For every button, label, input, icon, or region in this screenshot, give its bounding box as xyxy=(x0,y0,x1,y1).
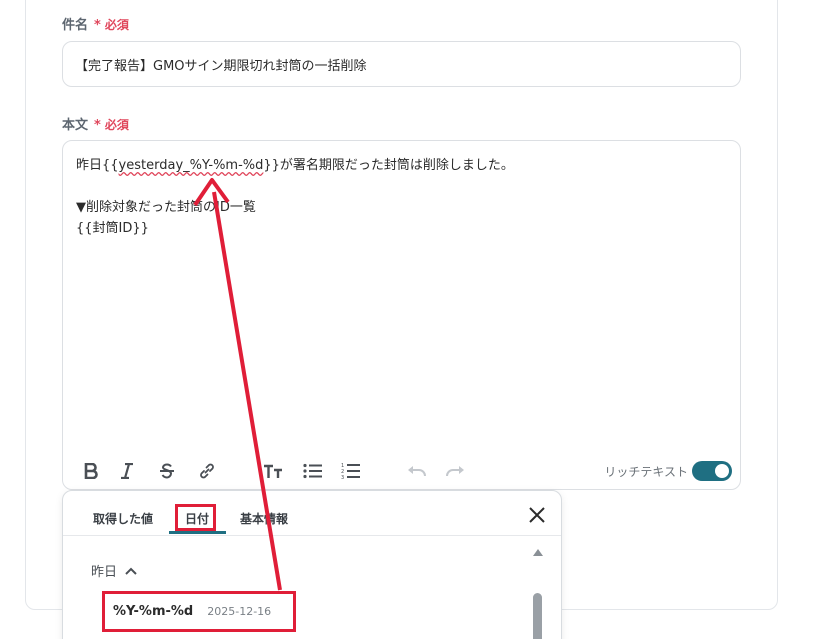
required-badge: 必須 xyxy=(104,18,129,32)
bullet-list-icon[interactable] xyxy=(301,459,325,483)
required-badge: 必須 xyxy=(104,118,129,132)
numbered-list-icon[interactable]: 123 xyxy=(339,459,363,483)
subject-value: 【完了報告】GMOサイン期限切れ封筒の一括削除 xyxy=(75,58,367,74)
required-star: * xyxy=(94,118,101,133)
body-text[interactable]: 昨日{{yesterday_%Y-%m-%d}}が署名期限だった封筒は削除しまし… xyxy=(76,155,514,239)
text-size-icon[interactable] xyxy=(261,459,285,483)
close-icon[interactable] xyxy=(527,505,547,525)
italic-icon[interactable] xyxy=(115,459,139,483)
body-label-text: 本文 xyxy=(62,118,89,133)
editor-toolbar: 123 リッチテキスト xyxy=(63,453,740,489)
body-line-1: 昨日{{yesterday_%Y-%m-%d}}が署名期限だった封筒は削除しまし… xyxy=(76,158,514,173)
chevron-up-icon xyxy=(125,567,137,575)
svg-text:3: 3 xyxy=(341,475,344,480)
body-editor[interactable]: 昨日{{yesterday_%Y-%m-%d}}が署名期限だった封筒は削除しまし… xyxy=(62,140,741,490)
link-icon[interactable] xyxy=(195,459,219,483)
subject-input[interactable]: 【完了報告】GMOサイン期限切れ封筒の一括削除 xyxy=(62,41,741,87)
body-line-2: ▼削除対象だった封筒のID一覧 xyxy=(76,200,256,215)
strikethrough-icon[interactable] xyxy=(155,459,179,483)
body-line-3: {{封筒ID}} xyxy=(76,221,149,236)
required-star: * xyxy=(94,18,101,33)
highlight-date-tab xyxy=(175,504,216,531)
tab-acquired-values[interactable]: 取得した値 xyxy=(93,510,153,527)
scroll-up-arrow[interactable] xyxy=(533,549,543,556)
highlight-format-item xyxy=(102,591,296,632)
tab-basic-info[interactable]: 基本情報 xyxy=(240,510,288,527)
section-title: 昨日 xyxy=(91,565,118,580)
scrollbar-thumb[interactable] xyxy=(533,593,542,639)
subject-label-text: 件名 xyxy=(62,18,89,33)
rich-text-toggle[interactable] xyxy=(692,461,732,481)
subject-label: 件名 * 必須 xyxy=(62,14,129,33)
section-yesterday[interactable]: 昨日 xyxy=(91,561,137,580)
variable-yesterday: yesterday_%Y-%m-%d xyxy=(118,158,264,173)
rich-text-label: リッチテキスト xyxy=(604,465,688,479)
redo-icon[interactable] xyxy=(443,459,467,483)
bold-icon[interactable] xyxy=(79,459,103,483)
active-tab-indicator xyxy=(169,531,226,534)
tabs-divider xyxy=(63,535,561,536)
undo-icon[interactable] xyxy=(405,459,429,483)
body-label: 本文 * 必須 xyxy=(62,114,129,133)
